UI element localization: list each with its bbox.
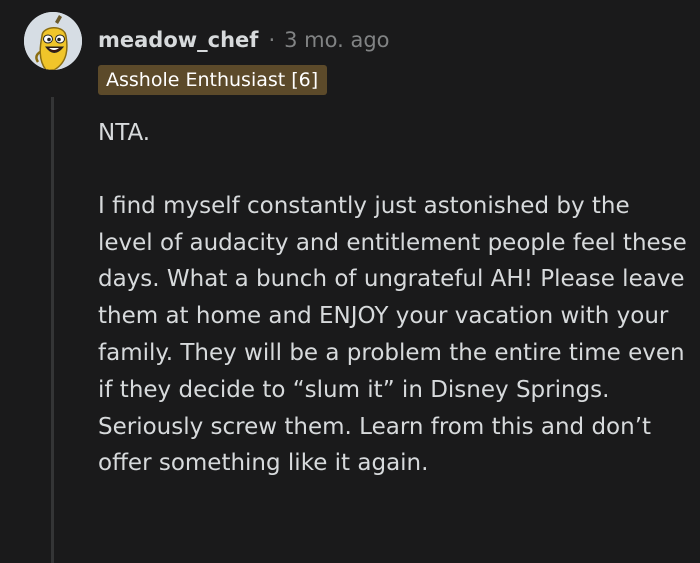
comment-paragraph: NTA. <box>98 120 151 146</box>
user-avatar[interactable] <box>24 12 82 70</box>
username-link[interactable]: meadow_chef <box>98 28 258 52</box>
separator-dot: · <box>268 28 276 52</box>
comment-body: NTA. I find myself constantly just aston… <box>98 115 688 482</box>
banana-avatar-icon <box>24 12 82 70</box>
thread-line[interactable] <box>51 97 54 563</box>
comment-header: meadow_chef · 3 mo. ago <box>98 24 390 56</box>
comment: meadow_chef · 3 mo. ago Asshole Enthusia… <box>0 0 700 563</box>
timestamp[interactable]: 3 mo. ago <box>284 28 389 52</box>
user-flair: Asshole Enthusiast [6] <box>98 65 328 95</box>
comment-paragraph: I find myself constantly just astonished… <box>98 192 687 477</box>
